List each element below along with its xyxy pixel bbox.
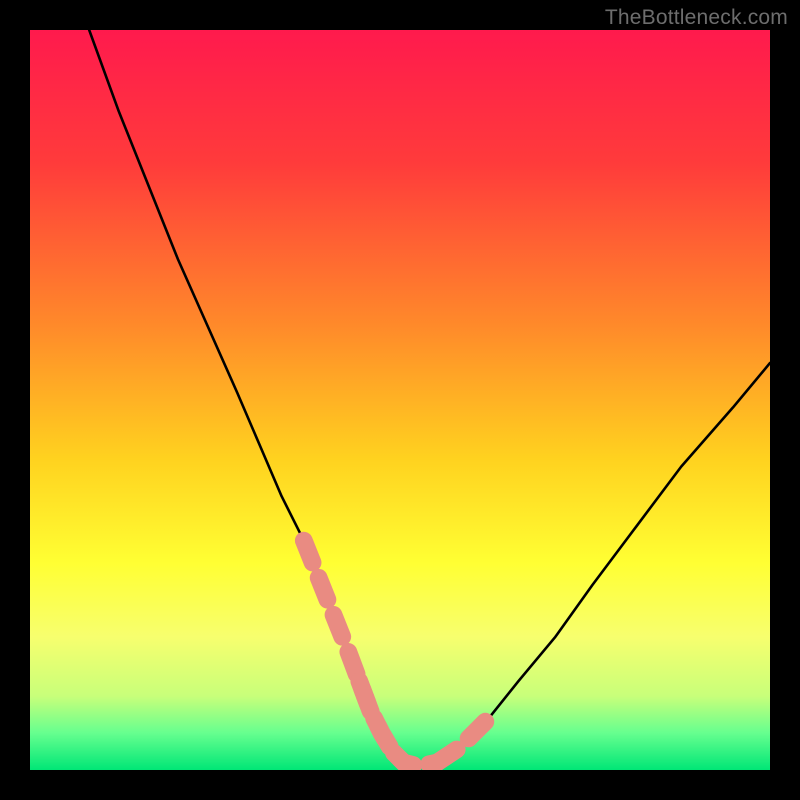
series-bottleneck-curve [89, 30, 770, 766]
watermark-text: TheBottleneck.com [605, 6, 788, 30]
series-highlight-band-right [437, 718, 489, 762]
plot-area [30, 30, 770, 770]
series-highlight-floor [359, 681, 437, 766]
outer-frame: TheBottleneck.com [0, 0, 800, 800]
curve-layer [30, 30, 770, 770]
